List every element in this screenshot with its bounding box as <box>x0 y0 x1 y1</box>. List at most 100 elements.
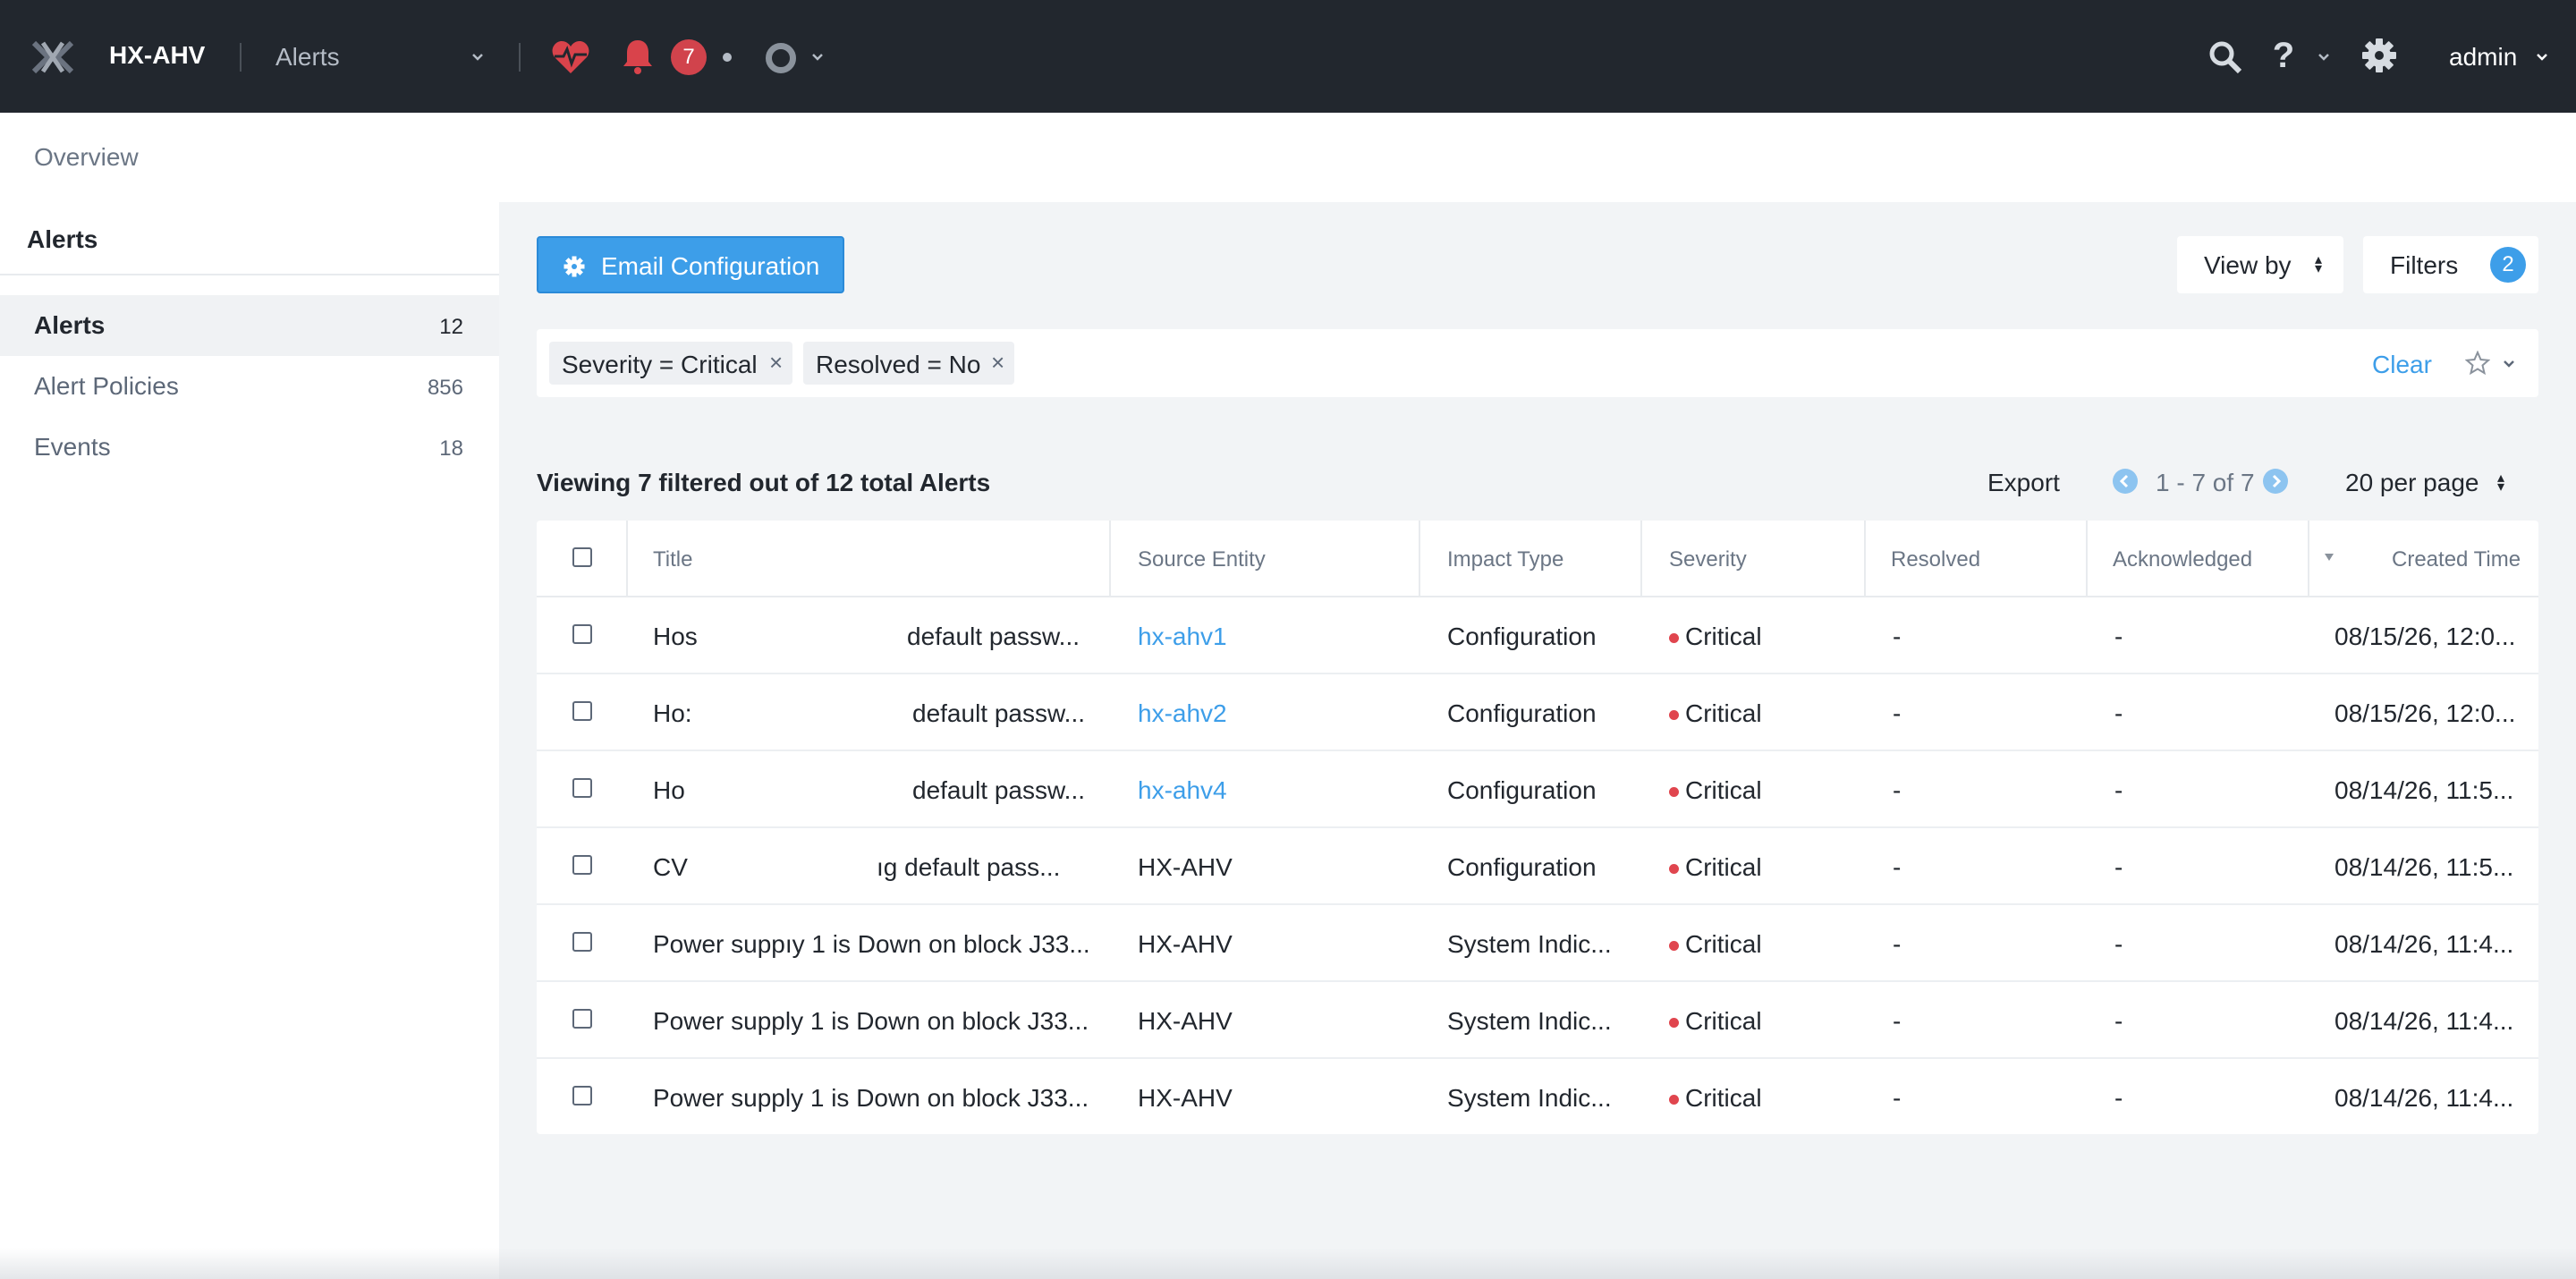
resolved: - <box>1893 1007 1902 1035</box>
impact-type: Configuration <box>1447 853 1597 881</box>
clear-filters-link[interactable]: Clear <box>2372 351 2432 379</box>
source-entity-link[interactable]: hx-ahv4 <box>1138 776 1227 805</box>
acknowledged: - <box>2114 930 2123 958</box>
resolved: - <box>1893 623 1902 650</box>
row-checkbox[interactable] <box>572 624 592 644</box>
alert-title-start[interactable]: Ho: <box>653 699 692 728</box>
column-header-created-time[interactable]: Created Time <box>2392 547 2521 572</box>
results-summary: Viewing 7 filtered out of 12 total Alert… <box>537 469 991 496</box>
alert-title-start[interactable]: Hos <box>653 623 698 651</box>
page-selector[interactable]: Alerts <box>275 43 340 72</box>
critical-dot-icon <box>1669 941 1679 951</box>
created-time: 08/14/26, 11:4... <box>2334 930 2514 958</box>
column-divider <box>2308 521 2309 597</box>
filters-button[interactable]: Filters 2 <box>2363 236 2538 293</box>
created-time: 08/14/26, 11:4... <box>2334 1007 2514 1035</box>
critical-dot-icon <box>1669 633 1679 643</box>
row-checkbox[interactable] <box>572 1086 592 1105</box>
column-header-acknowledged[interactable]: Acknowledged <box>2113 547 2252 572</box>
row-checkbox[interactable] <box>572 778 592 798</box>
alert-title[interactable]: Power supply 1 is Down on block J33... <box>653 1007 1089 1036</box>
alert-title-end[interactable]: default passw... <box>912 699 1085 728</box>
table-row[interactable]: CV ıg default pass... HX-AHV Configurati… <box>537 828 2538 905</box>
resolved: - <box>1893 776 1902 804</box>
star-icon[interactable] <box>2465 351 2490 376</box>
column-header-source-entity[interactable]: Source Entity <box>1138 547 1266 572</box>
chevron-left-icon[interactable] <box>2113 469 2138 494</box>
critical-dot-icon <box>1669 1018 1679 1028</box>
alert-count-badge[interactable]: 7 <box>671 39 707 75</box>
table-row[interactable]: Hos default passw... hx-ahv1 Configurati… <box>537 597 2538 674</box>
sidebar-title: Alerts <box>27 225 98 253</box>
sort-arrows-icon: ▴ ▾ <box>2315 252 2323 276</box>
sidebar-item-events[interactable]: Events 18 <box>0 417 499 478</box>
alert-title-end[interactable]: default passw... <box>907 623 1080 651</box>
user-menu[interactable]: admin <box>2449 43 2517 72</box>
chevron-down-icon[interactable] <box>469 48 487 66</box>
table-row[interactable]: Ho default passw... hx-ahv4 Configuratio… <box>537 751 2538 828</box>
column-header-title[interactable]: Title <box>653 547 692 572</box>
source-entity-link[interactable]: hx-ahv2 <box>1138 699 1227 728</box>
filter-chip-resolved: Resolved = No × <box>803 342 1014 385</box>
chevron-down-icon[interactable] <box>809 48 826 66</box>
table-row[interactable]: Ho: default passw... hx-ahv2 Configurati… <box>537 674 2538 751</box>
top-navigation-bar: HX-AHV Alerts 7 ? admin <box>0 0 2576 113</box>
resolved: - <box>1893 930 1902 958</box>
acknowledged: - <box>2114 853 2123 881</box>
column-header-impact-type[interactable]: Impact Type <box>1447 547 1563 572</box>
close-icon[interactable]: × <box>991 349 1004 377</box>
alert-title-end[interactable]: ıg default pass... <box>877 853 1060 882</box>
sidebar-item-alerts[interactable]: Alerts 12 <box>0 295 499 356</box>
sidebar-item-alert-policies[interactable]: Alert Policies 856 <box>0 356 499 417</box>
nutanix-logo-icon[interactable] <box>30 39 75 75</box>
view-by-dropdown[interactable]: View by ▴ ▾ <box>2177 236 2343 293</box>
help-icon[interactable]: ? <box>2270 36 2297 75</box>
close-icon[interactable]: × <box>769 349 783 377</box>
alert-title[interactable]: Power suppıy 1 is Down on block J33... <box>653 930 1090 959</box>
table-row[interactable]: Power supply 1 is Down on block J33... H… <box>537 982 2538 1059</box>
search-icon[interactable] <box>2207 39 2243 75</box>
task-circle-icon[interactable] <box>766 43 796 73</box>
sort-descending-icon[interactable] <box>2324 553 2334 562</box>
divider <box>0 274 499 275</box>
source-entity: HX-AHV <box>1138 930 1233 958</box>
alert-title-end[interactable]: default passw... <box>912 776 1085 805</box>
column-header-severity[interactable]: Severity <box>1669 547 1747 572</box>
sidebar-item-count: 856 <box>427 376 463 400</box>
row-checkbox[interactable] <box>572 1009 592 1029</box>
bell-icon[interactable] <box>621 38 655 75</box>
chevron-right-icon[interactable] <box>2263 469 2288 494</box>
gear-icon[interactable] <box>2361 38 2397 73</box>
status-dot-icon <box>723 53 732 62</box>
select-all-checkbox[interactable] <box>572 547 592 567</box>
cluster-name[interactable]: HX-AHV <box>109 41 205 70</box>
email-configuration-button[interactable]: Email Configuration <box>537 236 844 293</box>
resolved: - <box>1893 1084 1902 1112</box>
column-header-resolved[interactable]: Resolved <box>1891 547 1980 572</box>
source-entity-link[interactable]: hx-ahv1 <box>1138 623 1227 651</box>
view-by-label: View by <box>2204 251 2292 279</box>
per-page-select[interactable]: 20 per page <box>2345 469 2479 497</box>
chevron-down-icon[interactable] <box>2533 48 2551 66</box>
health-heart-icon[interactable] <box>551 39 590 75</box>
impact-type: Configuration <box>1447 623 1597 650</box>
row-checkbox[interactable] <box>572 701 592 721</box>
alert-title[interactable]: Power supply 1 is Down on block J33... <box>653 1084 1089 1113</box>
email-configuration-label: Email Configuration <box>601 252 820 280</box>
created-time: 08/14/26, 11:5... <box>2334 776 2514 804</box>
sort-arrows-icon: ▴ ▾ <box>2497 470 2505 495</box>
row-checkbox[interactable] <box>572 932 592 952</box>
overview-link[interactable]: Overview <box>34 143 139 172</box>
export-button[interactable]: Export <box>1987 469 2060 497</box>
alert-title-start[interactable]: Ho <box>653 776 685 805</box>
sidebar-item-label: Events <box>34 433 111 461</box>
chevron-down-icon[interactable] <box>2501 356 2517 372</box>
alert-title-start[interactable]: CV <box>653 853 688 882</box>
impact-type: System Indic... <box>1447 1084 1612 1112</box>
severity: Critical <box>1685 776 1762 804</box>
table-row[interactable]: Power supply 1 is Down on block J33... H… <box>537 1059 2538 1136</box>
chevron-down-icon[interactable] <box>2315 48 2333 66</box>
row-checkbox[interactable] <box>572 855 592 875</box>
impact-type: System Indic... <box>1447 1007 1612 1035</box>
table-row[interactable]: Power suppıy 1 is Down on block J33... H… <box>537 905 2538 982</box>
